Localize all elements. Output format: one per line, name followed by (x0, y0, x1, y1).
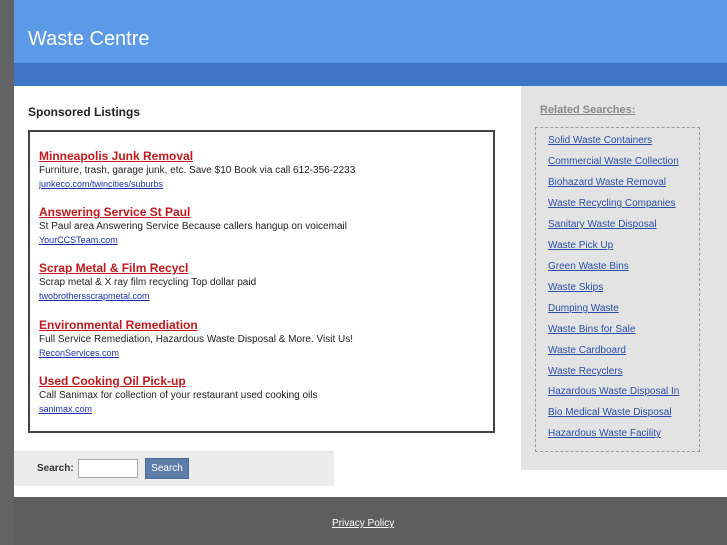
ad-url-link[interactable]: sanimax.com (39, 403, 479, 415)
ad-title-link[interactable]: Scrap Metal & Film Recycl (39, 261, 479, 275)
ad-url-link[interactable]: YourCCSTeam.com (39, 234, 479, 246)
related-search-link[interactable]: Green Waste Bins (548, 261, 629, 272)
related-search-link[interactable]: Waste Bins for Sale (548, 324, 635, 335)
ad-item: Scrap Metal & Film Recycl Scrap metal & … (39, 261, 479, 302)
related-searches-sidebar: Related Searches: Solid Waste Containers… (521, 86, 727, 470)
ad-url-link[interactable]: twobrothersscrapmetal.com (39, 290, 479, 302)
related-search-link[interactable]: Commercial Waste Collection (548, 156, 679, 167)
ad-url-link[interactable]: ReconServices.com (39, 347, 479, 359)
ad-title-link[interactable]: Environmental Remediation (39, 318, 479, 332)
related-search-link[interactable]: Waste Cardboard (548, 345, 626, 356)
related-search-link[interactable]: Waste Pick Up (548, 240, 613, 251)
related-search-link[interactable]: Solid Waste Containers (548, 135, 652, 146)
related-search-link[interactable]: Waste Recyclers (548, 366, 623, 377)
ad-item: Used Cooking Oil Pick-up Call Sanimax fo… (39, 374, 479, 415)
search-bar: Search: Search (14, 451, 334, 486)
search-label: Search: (37, 463, 74, 474)
related-search-link[interactable]: Sanitary Waste Disposal (548, 219, 657, 230)
ad-title-link[interactable]: Answering Service St Paul (39, 205, 479, 219)
search-button[interactable]: Search (145, 458, 189, 479)
site-title[interactable]: Waste Centre (28, 28, 150, 51)
related-search-link[interactable]: Waste Skips (548, 282, 603, 293)
ad-item: Answering Service St Paul St Paul area A… (39, 205, 479, 246)
site-footer: Privacy Policy (14, 497, 727, 545)
page-frame: Waste Centre Sponsored Listings Minneapo… (14, 0, 727, 545)
ad-item: Minneapolis Junk Removal Furniture, tras… (39, 149, 479, 190)
related-search-link[interactable]: Hazardous Waste Facility (548, 428, 661, 439)
ad-description: Full Service Remediation, Hazardous Wast… (39, 334, 354, 345)
related-search-link[interactable]: Bio Medical Waste Disposal (548, 407, 672, 418)
ad-title-link[interactable]: Used Cooking Oil Pick-up (39, 374, 479, 388)
ad-description: Scrap metal & X ray film recycling Top d… (39, 277, 257, 288)
main-content: Sponsored Listings Minneapolis Junk Remo… (14, 86, 727, 497)
sponsored-listings-title: Sponsored Listings (28, 105, 141, 119)
related-search-link[interactable]: Dumping Waste (548, 303, 619, 314)
header-nav-bar (14, 63, 727, 86)
ad-description: Furniture, trash, garage junk, etc. Save… (39, 165, 356, 176)
search-input[interactable] (78, 459, 138, 478)
ad-item: Environmental Remediation Full Service R… (39, 318, 479, 359)
related-searches-title: Related Searches: (540, 104, 636, 116)
related-search-link[interactable]: Waste Recycling Companies (548, 198, 675, 209)
privacy-policy-link[interactable]: Privacy Policy (332, 518, 394, 529)
ad-description: Call Sanimax for collection of your rest… (39, 390, 318, 401)
related-search-link[interactable]: Biohazard Waste Removal (548, 177, 666, 188)
related-searches-box: Solid Waste Containers Commercial Waste … (535, 127, 700, 452)
ad-url-link[interactable]: junkeco.com/twincities/suburbs (39, 178, 479, 190)
site-header: Waste Centre (14, 0, 727, 63)
ad-title-link[interactable]: Minneapolis Junk Removal (39, 149, 479, 163)
related-search-link[interactable]: Hazardous Waste Disposal In (548, 386, 679, 397)
ad-description: St Paul area Answering Service Because c… (39, 221, 347, 232)
sponsored-ads-box: Minneapolis Junk Removal Furniture, tras… (28, 130, 495, 433)
